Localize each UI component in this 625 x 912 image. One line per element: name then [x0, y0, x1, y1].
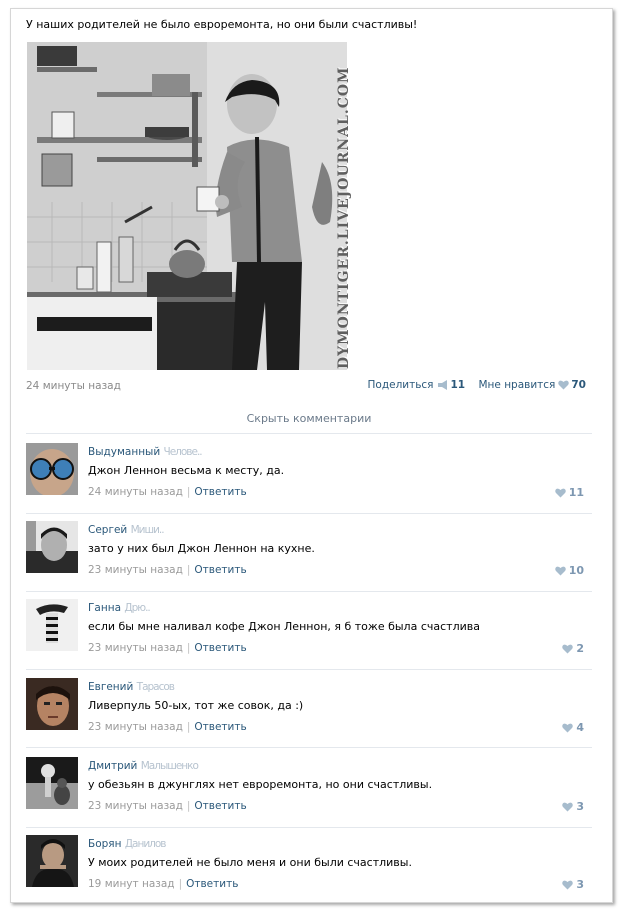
megaphone-icon: [437, 380, 449, 393]
comment-author[interactable]: Выдуманный Челове..: [88, 446, 203, 458]
comment-footer: 23 минуты назад | Ответить: [88, 721, 247, 733]
comment-like-button[interactable]: 3: [562, 878, 584, 891]
photo-watermark: DYMONTIGER.LIVEJOURNAL.COM: [336, 66, 352, 369]
separator: |: [186, 721, 191, 733]
reply-link[interactable]: Ответить: [194, 721, 246, 733]
reply-link[interactable]: Ответить: [194, 486, 246, 498]
heart-icon: [554, 566, 566, 576]
comment-time[interactable]: 23 минуты назад: [88, 642, 183, 654]
comment-like-button[interactable]: 4: [562, 721, 584, 734]
comment-author[interactable]: Борян Данилов: [88, 838, 166, 850]
comment-item: Выдуманный Челове.. Джон Леннон весьма к…: [26, 443, 592, 513]
post-meta: 24 минуты назад Поделиться 11 Мне нравитс…: [26, 379, 586, 395]
avatar[interactable]: [26, 443, 78, 495]
comment-time[interactable]: 19 минут назад: [88, 878, 175, 890]
comment-footer: 19 минут назад | Ответить: [88, 878, 238, 890]
comment-text: Ливерпуль 50-ых, тот же совок, да :): [88, 699, 304, 712]
post-frame: У наших родителей не было евроремонта, н…: [10, 8, 613, 903]
like-count: 70: [571, 379, 586, 391]
comment-item: Борян Данилов У моих родителей не было м…: [26, 835, 592, 905]
comment-author[interactable]: Евгений Тарасов: [88, 681, 175, 693]
reply-link[interactable]: Ответить: [194, 642, 246, 654]
comment-text: зато у них был Джон Леннон на кухне.: [88, 542, 315, 555]
comment-like-count: 4: [576, 721, 584, 734]
comment-footer: 23 минуты назад | Ответить: [88, 800, 247, 812]
comment-divider: [26, 591, 592, 592]
separator: |: [178, 878, 183, 890]
comments-divider: [26, 433, 592, 434]
separator: |: [186, 564, 191, 576]
like-label: Мне нравится: [478, 379, 556, 391]
separator: |: [186, 642, 191, 654]
comment-like-button[interactable]: 11: [554, 486, 584, 499]
separator: |: [186, 486, 191, 498]
comment-time[interactable]: 23 минуты назад: [88, 721, 183, 733]
comment-footer: 24 минуты назад | Ответить: [88, 486, 247, 498]
heart-icon: [562, 880, 574, 890]
comment-text: Джон Леннон весьма к месту, да.: [88, 464, 285, 477]
post-photo[interactable]: [27, 42, 347, 370]
comment-author[interactable]: Дмитрий Малышенко: [88, 760, 199, 772]
reply-link[interactable]: Ответить: [194, 800, 246, 812]
post-actions: Поделиться 11 Мне нравится 70: [368, 379, 586, 393]
comment-like-button[interactable]: 10: [554, 564, 584, 577]
reply-link[interactable]: Ответить: [186, 878, 238, 890]
comment-text: У моих родителей не было меня и они были…: [88, 856, 412, 869]
post-time[interactable]: 24 минуты назад: [26, 380, 121, 392]
share-count: 11: [450, 379, 466, 391]
comment-like-count: 10: [568, 564, 584, 577]
comment-text: если бы мне наливал кофе Джон Леннон, я …: [88, 620, 480, 633]
comment-time[interactable]: 24 минуты назад: [88, 486, 183, 498]
avatar[interactable]: [26, 678, 78, 730]
comment-time[interactable]: 23 минуты назад: [88, 800, 183, 812]
comment-item: Дмитрий Малышенко у обезьян в джунглях н…: [26, 757, 592, 827]
comment-like-button[interactable]: 3: [562, 800, 584, 813]
avatar[interactable]: [26, 835, 78, 887]
heart-icon: [554, 488, 566, 498]
comment-author[interactable]: Сергей Миши..: [88, 524, 165, 536]
separator: |: [186, 800, 191, 812]
comment-item: Ганна Дрю.. если бы мне наливал кофе Джо…: [26, 599, 592, 669]
comment-text: у обезьян в джунглях нет евроремонта, но…: [88, 778, 433, 791]
like-button[interactable]: Мне нравится 70: [478, 379, 586, 391]
comment-item: Евгений Тарасов Ливерпуль 50-ых, тот же …: [26, 678, 592, 748]
comment-divider: [26, 747, 592, 748]
heart-icon: [562, 802, 574, 812]
comment-like-button[interactable]: 2: [562, 642, 584, 655]
share-button[interactable]: Поделиться 11: [368, 379, 469, 391]
comment-author[interactable]: Ганна Дрю..: [88, 602, 151, 614]
comment-like-count: 11: [568, 486, 584, 499]
avatar[interactable]: [26, 521, 78, 573]
heart-icon: [562, 644, 574, 654]
comment-divider: [26, 827, 592, 828]
comment-like-count: 3: [576, 800, 584, 813]
comment-like-count: 3: [576, 878, 584, 891]
comment-footer: 23 минуты назад | Ответить: [88, 642, 247, 654]
comment-time[interactable]: 23 минуты назад: [88, 564, 183, 576]
comment-footer: 23 минуты назад | Ответить: [88, 564, 247, 576]
comment-item: Сергей Миши.. зато у них был Джон Леннон…: [26, 521, 592, 591]
avatar[interactable]: [26, 599, 78, 651]
comment-like-count: 2: [576, 642, 584, 655]
hide-comments-link[interactable]: Скрыть комментарии: [26, 412, 592, 425]
comment-divider: [26, 513, 592, 514]
heart-icon: [558, 380, 570, 393]
reply-link[interactable]: Ответить: [194, 564, 246, 576]
post-text: У наших родителей не было евроремонта, н…: [26, 18, 418, 31]
avatar[interactable]: [26, 757, 78, 809]
share-label: Поделиться: [367, 379, 434, 391]
heart-icon: [562, 723, 574, 733]
comment-divider: [26, 669, 592, 670]
